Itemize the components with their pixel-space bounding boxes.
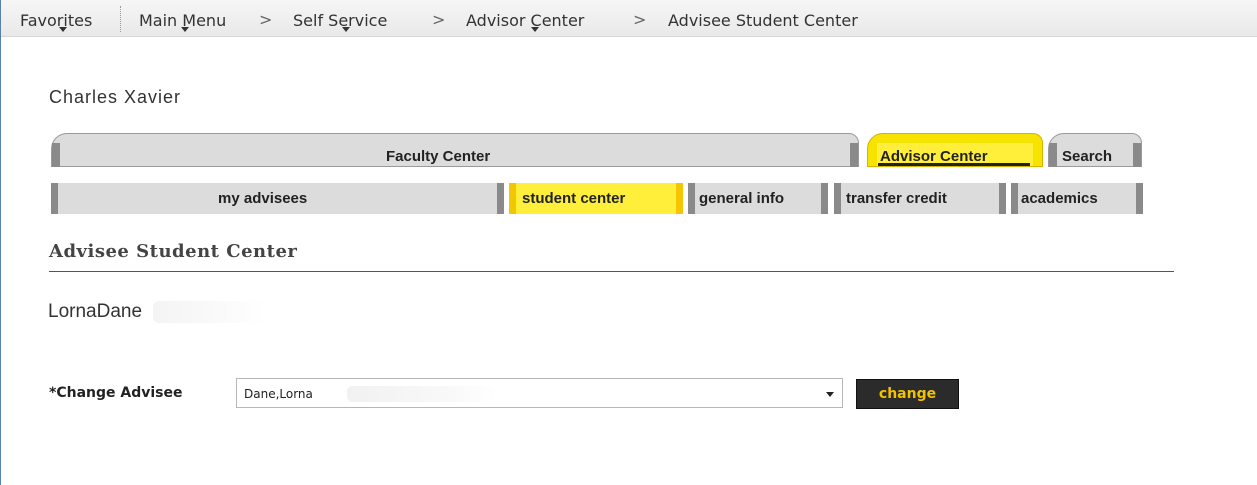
advisor-center-dropdown-icon[interactable] [531,27,539,32]
redacted-student-id [153,301,265,323]
subtab-edge [821,183,828,214]
nav-self-service[interactable]: Self Service [293,11,387,30]
title-divider [49,271,1174,272]
change-advisee-select[interactable]: Dane,Lorna [236,378,843,408]
change-advisee-label: *Change Advisee [49,385,183,401]
self-service-dropdown-icon[interactable] [342,27,350,32]
subtab-label: general info [699,190,785,207]
subtab-edge [1011,183,1018,214]
nav-favorites[interactable]: Favorites [20,11,92,30]
tab-edge [1049,143,1057,167]
nav-current-page: Advisee Student Center [668,11,858,30]
tab-edge [1133,143,1141,167]
subtab-edge [676,183,683,214]
subtab-edge [834,183,841,214]
subtab-my-advisees[interactable]: my advisees [51,183,504,214]
chevron-down-icon[interactable] [826,392,834,397]
tab-faculty-center[interactable]: Faculty Center [51,133,859,167]
tab-label: Search [1062,148,1113,165]
page-title: Advisee Student Center [49,241,298,262]
subtab-edge [688,183,695,214]
breadcrumb-separator: > [259,10,273,29]
subtab-edge [999,183,1006,214]
active-tab-underline [878,163,1030,166]
subtab-academics[interactable]: academics [1011,183,1143,214]
tab-search[interactable]: Search [1048,133,1142,167]
selected-advisee: Dane,Lorna [244,387,313,401]
subtab-edge [497,183,504,214]
favorites-dropdown-icon[interactable] [59,27,67,32]
subtab-student-center[interactable]: student center [509,183,683,214]
tab-advisor-center[interactable]: Advisor Center [867,133,1043,167]
nav-divider [120,6,121,32]
subtab-label: my advisees [218,190,308,207]
tab-edge [52,143,60,167]
breadcrumb-separator: > [432,10,446,29]
subtab-edge [1136,183,1143,214]
change-button[interactable]: change [856,379,959,409]
subtab-label: academics [1021,190,1098,207]
subtab-general-info[interactable]: general info [688,183,828,214]
user-name: Charles Xavier [49,87,182,107]
breadcrumb-separator: > [633,10,647,29]
main-menu-dropdown-icon[interactable] [181,27,189,32]
tab-edge [850,143,858,167]
subtab-edge [509,183,516,214]
subtab-edge [51,183,58,214]
redacted-advisee-id [347,386,497,402]
subtab-label: student center [522,190,626,207]
tab-label: Faculty Center [386,148,491,165]
student-name: LornaDane [48,301,143,322]
nav-advisor-center[interactable]: Advisor Center [466,11,584,30]
top-navigation-bar: Favorites Main Menu > Self Service > Adv… [1,0,1257,37]
subtab-label: transfer credit [846,190,947,207]
subtab-transfer-credit[interactable]: transfer credit [834,183,1006,214]
